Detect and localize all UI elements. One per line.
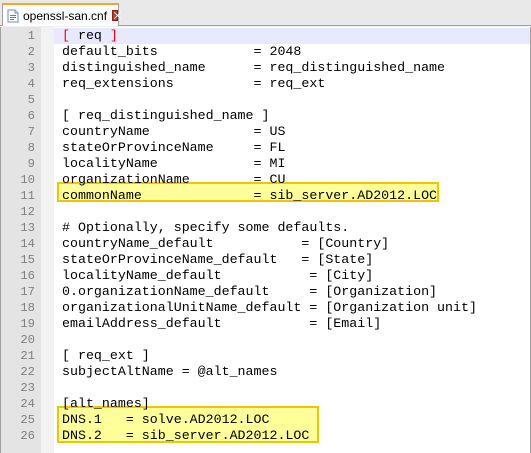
code-line[interactable]: 10 organizationName = CU [1, 172, 530, 188]
code-line[interactable]: 15 stateOrProvinceName_default = [State] [1, 252, 530, 268]
code-line[interactable]: 23 [1, 380, 530, 396]
code-line[interactable]: 21 [ req_ext ] [1, 348, 530, 364]
line-number: 25 [20, 413, 35, 427]
line-text: 0.organizationName_default = [Organizati… [62, 284, 438, 299]
line-text: countryName = US [62, 124, 286, 139]
line-text: organizationName = CU [62, 172, 286, 187]
line-number: 17 [20, 285, 35, 299]
line-text: DNS.2 = sib_server.AD2012.LOC [62, 428, 310, 443]
line-number: 13 [20, 221, 35, 235]
code-line[interactable]: 1 [ req ] [1, 28, 530, 44]
code-line[interactable]: 24 [alt_names] [1, 396, 530, 412]
line-text: req_extensions = req_ext [62, 76, 326, 91]
line-text: # Optionally, specify some defaults. [62, 220, 350, 235]
code-line[interactable]: 16 localityName_default = [City] [1, 268, 530, 284]
editor-area[interactable]: 1 [ req ] 2 default_bits = 2048 3 distinguish… [0, 27, 531, 453]
code-line[interactable]: 25 DNS.1 = solve.AD2012.LOC [1, 412, 530, 428]
line-text: localityName_default = [City] [62, 268, 374, 283]
tab-filename: openssl-san.cnf [23, 8, 108, 23]
tab-bar: openssl-san.cnf [0, 0, 531, 26]
line-text: [ req ] [62, 28, 118, 43]
line-number: 21 [20, 349, 35, 363]
line-text: subjectAltName = @alt_names [62, 364, 278, 379]
line-text: [ req_ext ] [62, 348, 150, 363]
line-number: 7 [27, 125, 35, 139]
document-icon [7, 9, 19, 23]
code-line[interactable]: 4 req_extensions = req_ext [1, 76, 530, 92]
close-icon[interactable] [112, 10, 118, 21]
line-text: default_bits = 2048 [62, 44, 302, 59]
line-number: 11 [20, 189, 35, 203]
line-text: DNS.1 = solve.AD2012.LOC [62, 412, 270, 427]
code-line[interactable]: 8 stateOrProvinceName = FL [1, 140, 530, 156]
line-number: 1 [27, 29, 35, 43]
line-text: stateOrProvinceName = FL [62, 140, 286, 155]
line-number: 19 [20, 317, 35, 331]
code-line[interactable]: 22 subjectAltName = @alt_names [1, 364, 530, 380]
line-number: 26 [20, 429, 35, 443]
line-number: 12 [20, 205, 35, 219]
code-line[interactable]: 5 [1, 92, 530, 108]
line-text: [ req_distinguished_name ] [62, 108, 270, 123]
line-text: emailAddress_default = [Email] [62, 316, 382, 331]
code-line[interactable]: 19 emailAddress_default = [Email] [1, 316, 530, 332]
line-text: countryName_default = [Country] [62, 236, 390, 251]
line-number: 23 [20, 381, 35, 395]
code-line[interactable]: 7 countryName = US [1, 124, 530, 140]
code-line[interactable]: 12 [1, 204, 530, 220]
line-number: 2 [27, 45, 35, 59]
tab-openssl-san-cnf[interactable]: openssl-san.cnf [2, 3, 119, 26]
line-number: 8 [27, 141, 35, 155]
code-line[interactable]: 26 DNS.2 = sib_server.AD2012.LOC [1, 428, 530, 444]
line-number: 10 [20, 173, 35, 187]
code-line[interactable]: 17 0.organizationName_default = [Organiza… [1, 284, 530, 300]
code-line[interactable]: 14 countryName_default = [Country] [1, 236, 530, 252]
line-text: organizationalUnitName_default = [Organi… [62, 300, 477, 315]
line-number: 15 [20, 253, 35, 267]
line-number: 9 [27, 157, 35, 171]
code-line[interactable]: 9 localityName = MI [1, 156, 530, 172]
code-line[interactable]: 6 [ req_distinguished_name ] [1, 108, 530, 124]
line-number: 22 [20, 365, 35, 379]
line-text: localityName = MI [62, 156, 286, 171]
line-number: 3 [27, 61, 35, 75]
code-line[interactable]: 3 distinguished_name = req_distinguished_… [1, 60, 530, 76]
line-text: stateOrProvinceName_default = [State] [62, 252, 374, 267]
code-line[interactable]: 2 default_bits = 2048 [1, 44, 530, 60]
code-line[interactable]: 13 # Optionally, specify some defaults. [1, 220, 530, 236]
line-number: 24 [20, 397, 35, 411]
line-text: [alt_names] [62, 396, 150, 411]
line-number: 4 [27, 77, 35, 91]
line-text: commonName = sib_server.AD2012.LOC [62, 188, 438, 203]
line-number: 20 [20, 333, 35, 347]
line-number: 18 [20, 301, 35, 315]
line-number: 16 [20, 269, 35, 283]
code-line[interactable]: 11 commonName = sib_server.AD2012.LOC [1, 188, 530, 204]
line-number: 6 [27, 109, 35, 123]
code-line[interactable]: 18 organizationalUnitName_default = [Orga… [1, 300, 530, 316]
line-number: 5 [27, 93, 35, 107]
code-line[interactable]: 20 [1, 332, 530, 348]
line-number: 14 [20, 237, 35, 251]
line-text: distinguished_name = req_distinguished_n… [62, 60, 446, 75]
